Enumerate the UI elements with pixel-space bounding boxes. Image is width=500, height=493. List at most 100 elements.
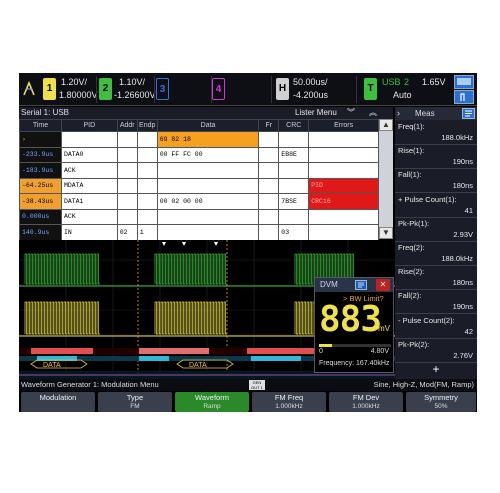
cell-addr [116, 193, 138, 210]
expand-chevron-icon[interactable]: ︽ [369, 107, 377, 119]
lister-scrollbar[interactable]: ▲ ▼ [379, 119, 393, 239]
col-header-fr[interactable]: Fr [258, 119, 280, 132]
cell-errors: PID [308, 177, 379, 194]
collapse-chevron-icon[interactable]: ︾ [347, 107, 355, 119]
softkey-type[interactable]: Type FM [98, 392, 172, 412]
document-icon[interactable] [462, 108, 475, 119]
measurement-value: 188.0kHz [441, 254, 473, 263]
horizontal-timebase: 50.00us/ [293, 77, 328, 87]
cell-crc: 7BSE [278, 193, 310, 210]
lister-header: Serial 1: USB Lister Menu ︾ ︽ [19, 107, 393, 119]
cell-crc: 03 [278, 224, 310, 241]
cell-crc [278, 177, 310, 194]
dvm-unit: mV [378, 324, 390, 333]
measurement-value: 42 [464, 326, 473, 336]
add-measurement-button[interactable]: + [395, 362, 477, 376]
col-header-pid[interactable]: PID [60, 119, 118, 132]
softkey-fm-freq[interactable]: FM Freq 1.000kHz [252, 392, 326, 412]
cell-data [156, 208, 260, 225]
divider [395, 313, 477, 315]
softkey-waveform[interactable]: Waveform Ramp [175, 392, 249, 412]
gen-out-badge: GEN OUT 1 [249, 380, 265, 390]
divider [395, 265, 477, 266]
measurement-value: 180ns [452, 181, 473, 191]
cell-data [156, 177, 260, 194]
scroll-down-arrow-icon[interactable]: ▼ [379, 227, 393, 239]
cell-data: 69 82 18 [156, 131, 260, 148]
measurements-panel: › Meas Freq(1): 188.0kHz Rise(1): 190ns Fall… [395, 107, 477, 379]
touch-icon[interactable] [454, 90, 474, 104]
horizontal-button[interactable]: H [276, 78, 289, 100]
measurement-label: - Pulse Count(2): [398, 315, 455, 325]
table-row[interactable]: -38.43us DATA1 00 02 00 00 7BSE CRC16 [19, 193, 379, 210]
cell-fr [258, 193, 280, 210]
softkey-symmetry[interactable]: Symmetry 50% [406, 392, 476, 412]
cell-crc: EB8E [278, 146, 310, 163]
cell-fr [258, 162, 280, 179]
close-icon[interactable]: ✕ [376, 279, 390, 291]
measurement-value: 2.76V [453, 350, 473, 360]
measurement-label: Fall(2): [398, 291, 422, 301]
measurement-label: Rise(1): [398, 146, 425, 156]
channel-4-button[interactable]: 4 [212, 78, 225, 100]
softkey-value: FM [130, 403, 140, 410]
cell-time: › [19, 131, 62, 148]
table-row[interactable]: -233.9us DATA0 00 FF FC 00 EB8E [19, 146, 379, 163]
display-icon[interactable] [454, 75, 474, 89]
col-header-endp[interactable]: Endp [136, 119, 158, 132]
cell-pid: MDATA [60, 177, 118, 194]
col-header-addr[interactable]: Addr [116, 119, 138, 132]
cell-crc [278, 131, 310, 148]
softkey-label: Symmetry [424, 393, 458, 402]
table-row[interactable]: 0.000us ACK [19, 208, 379, 225]
softkey-label: Type [126, 393, 144, 402]
cell-pid [60, 131, 118, 148]
dvm-frequency: Frequency: 167.40kHz [319, 360, 390, 367]
cell-errors [308, 146, 379, 163]
col-header-data[interactable]: Data [156, 119, 260, 132]
trigger-source: USB [382, 77, 401, 87]
generator-menu-title: Waveform Generator 1: Modulation Menu [21, 380, 159, 389]
channel-1-button[interactable]: 1 [43, 78, 56, 100]
cell-addr [116, 131, 138, 148]
channel-3-number: 3 [159, 84, 166, 95]
trigger-marker-icon [162, 242, 218, 246]
channel-1-offset: 1.80000V [59, 90, 98, 100]
scroll-track[interactable] [379, 131, 393, 227]
divider [395, 289, 477, 291]
horizontal-delay: -4.200us [293, 90, 329, 100]
dvm-title: DVM [320, 280, 338, 289]
cell-errors [308, 208, 379, 225]
cell-addr [116, 177, 138, 194]
channel-2-number: 2 [102, 83, 109, 94]
channel-1-number: 1 [46, 83, 53, 94]
cell-pid: DATA0 [60, 146, 118, 163]
divider [356, 76, 357, 103]
meas-tab[interactable]: Meas [415, 107, 435, 120]
scroll-up-arrow-icon[interactable]: ▲ [379, 119, 393, 131]
softkey-modulation[interactable]: Modulation [21, 392, 95, 412]
table-row[interactable]: -64.25us MDATA PID [19, 177, 379, 194]
table-row[interactable]: -183.9us ACK [19, 162, 379, 179]
cell-time: 0.000us [19, 208, 62, 225]
channel-2-button[interactable]: 2 [99, 78, 112, 100]
col-header-errors[interactable]: Errors [308, 119, 379, 132]
softkey-value: Ramp [203, 403, 221, 410]
trigger-button[interactable]: T [364, 78, 377, 100]
cell-errors: CRC16 [308, 193, 379, 210]
document-icon[interactable] [355, 280, 367, 290]
table-row[interactable]: › 69 82 18 [19, 131, 379, 148]
cell-pid: IN [60, 224, 118, 241]
horizontal-label: H [278, 83, 287, 94]
softkey-fm-dev[interactable]: FM Dev 1.000kHz [329, 392, 403, 412]
col-header-crc[interactable]: CRC [278, 119, 310, 132]
divider [395, 337, 477, 339]
measurement-value: 190ns [452, 302, 473, 312]
menu-chevron-icon[interactable]: › [397, 107, 400, 120]
channel-3-button[interactable]: 3 [156, 78, 169, 100]
col-header-time[interactable]: Time [19, 119, 62, 132]
lister-menu-button[interactable]: Lister Menu [295, 107, 337, 119]
table-row[interactable]: 140.9us IN 02 1 03 [19, 224, 379, 241]
cell-endp [136, 146, 158, 163]
measurement-label: Pk-Pk(1): [398, 218, 430, 228]
